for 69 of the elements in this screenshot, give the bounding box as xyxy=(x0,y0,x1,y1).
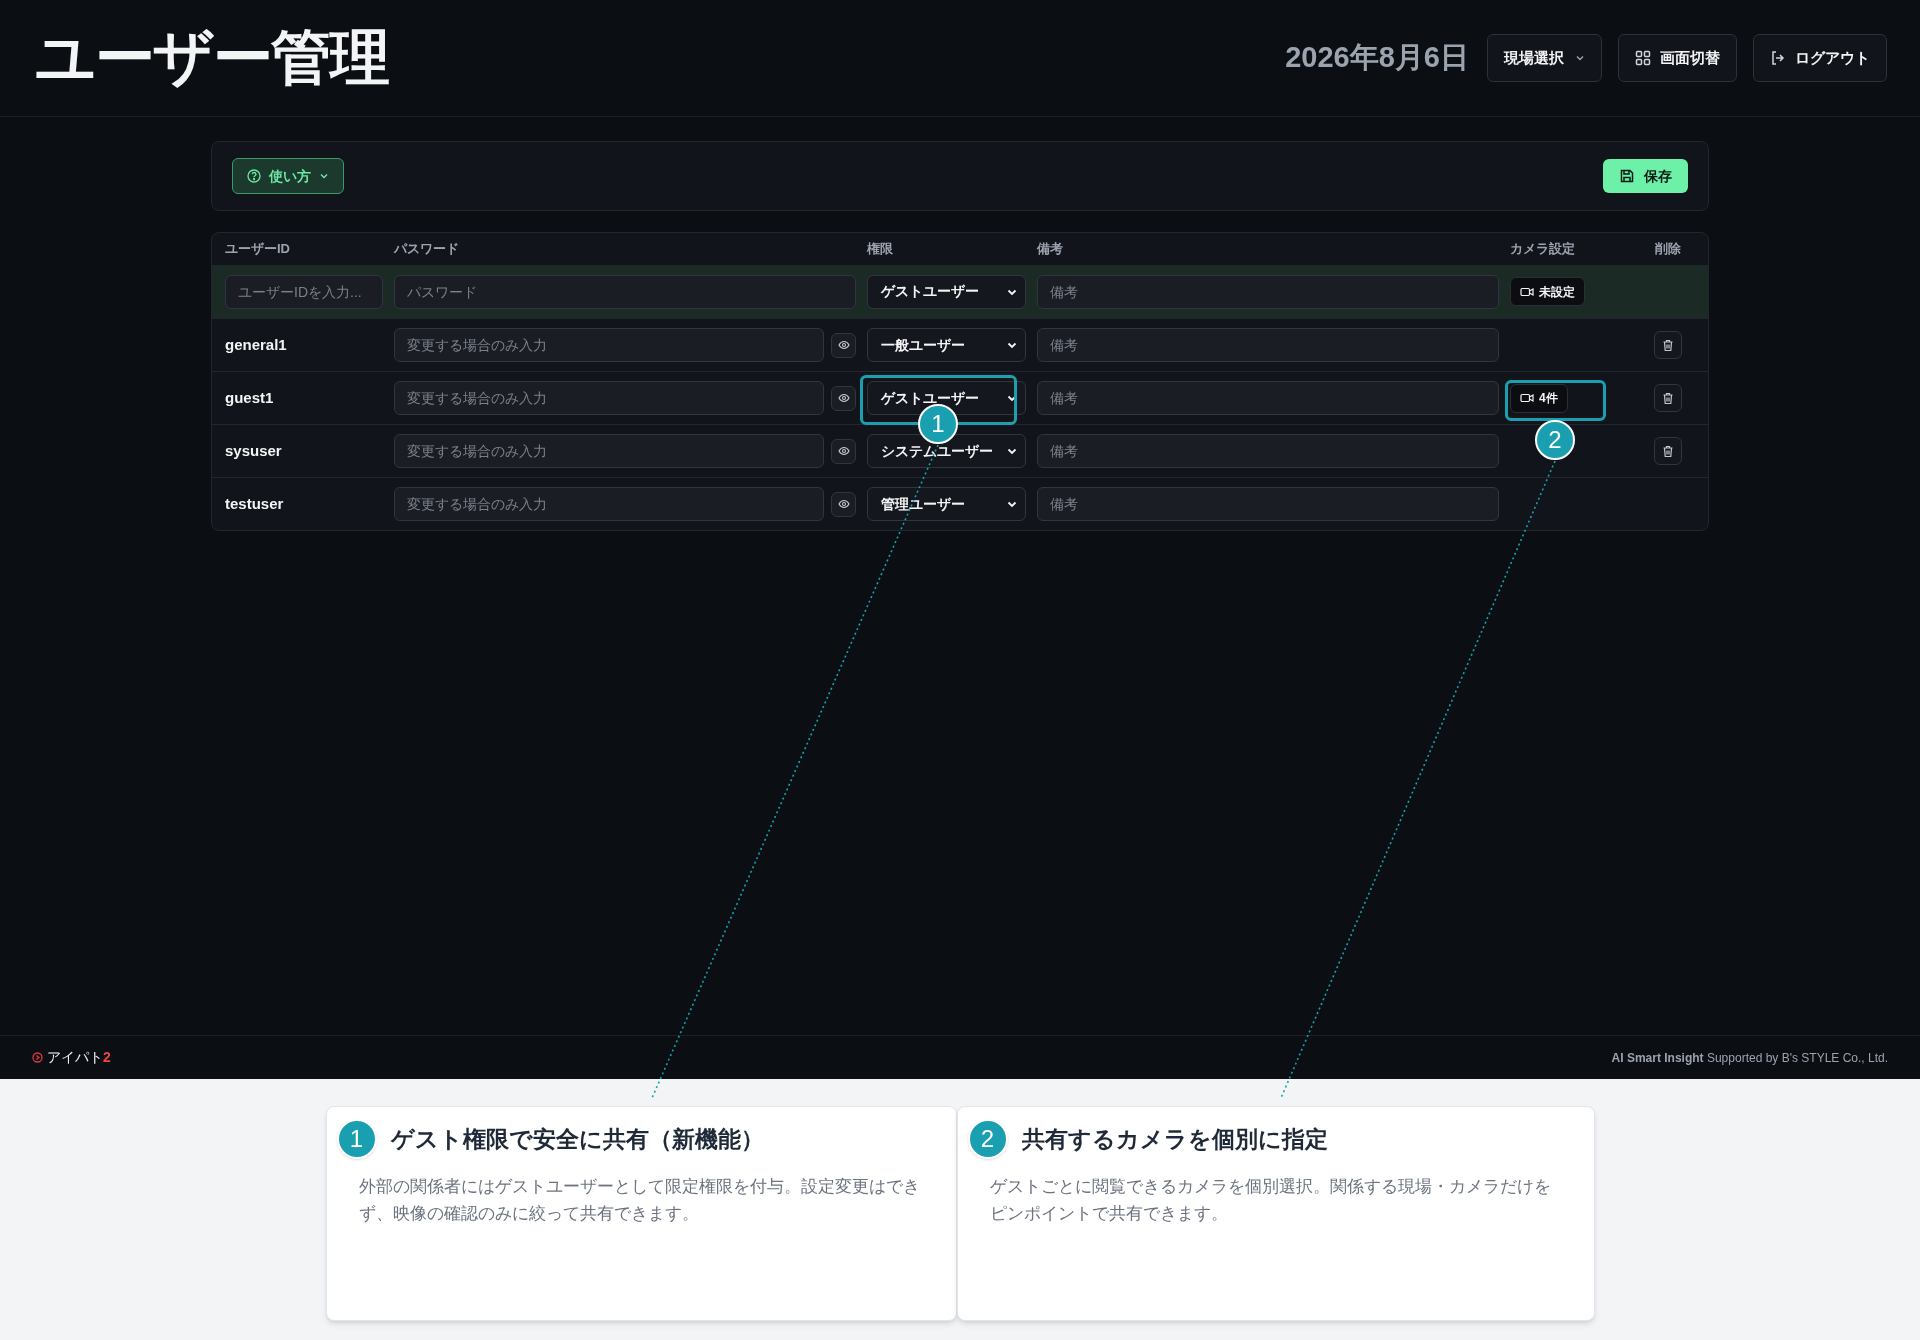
callout-description: 外部の関係者にはゲストユーザーとして限定権限を付与。設定変更はできず、映像の確認のみに絞って共有できます。 xyxy=(357,1176,921,1225)
credit-text: AI Smart Insight Supported by B's STYLE Co., Ltd. xyxy=(1611,1049,1888,1067)
number-badge: 1 xyxy=(336,1119,377,1159)
password-field[interactable]: 変更する場合のみ入力 xyxy=(394,328,824,362)
eye-icon xyxy=(837,392,850,404)
logo-text: アイパト 2 xyxy=(47,1048,111,1067)
show-password-button[interactable] xyxy=(831,438,856,464)
column-header: パスワード xyxy=(394,240,460,259)
column-header: カメラ設定 xyxy=(1510,240,1576,259)
password-field[interactable]: 変更する場合のみ入力 xyxy=(394,381,824,415)
chevron-down-icon xyxy=(319,171,329,181)
column-header: 削除 xyxy=(1654,240,1682,259)
header-button[interactable]: 現場選択 xyxy=(1487,34,1602,82)
callout-title: ゲスト権限で安全に共有（新機能） xyxy=(390,1124,764,1154)
header-button[interactable]: 画面切替 xyxy=(1618,34,1737,82)
chevron-down-icon xyxy=(1007,393,1017,403)
chevron-down-icon xyxy=(1007,340,1017,350)
date-label: 2026年8月6日 xyxy=(1285,40,1469,76)
notes-field[interactable]: 備考 xyxy=(1037,328,1499,362)
eye-icon xyxy=(837,445,850,457)
number-badge: 2 xyxy=(967,1119,1008,1159)
show-password-button[interactable] xyxy=(831,332,856,358)
column-header: ユーザーID xyxy=(225,240,291,259)
page-title: ユーザー管理 xyxy=(35,23,388,93)
eye-icon xyxy=(837,498,850,510)
delete-button[interactable] xyxy=(1654,437,1682,465)
role-select[interactable]: ゲストユーザー xyxy=(867,274,1026,309)
trash-icon xyxy=(1662,338,1674,352)
help-icon xyxy=(247,169,261,183)
show-password-button[interactable] xyxy=(831,491,856,517)
notes-field[interactable]: 備考 xyxy=(1037,381,1499,415)
user-id-text: sysuser xyxy=(225,440,283,461)
password-field[interactable]: パスワード xyxy=(394,274,856,309)
logo-icon xyxy=(32,1052,43,1063)
trash-icon xyxy=(1662,444,1674,458)
header-button[interactable]: ログアウト xyxy=(1753,34,1887,82)
camera-settings-button[interactable]: 4件 xyxy=(1510,383,1568,413)
delete-button[interactable] xyxy=(1654,331,1682,359)
role-select[interactable]: 一般ユーザー xyxy=(867,328,1026,362)
show-password-button[interactable] xyxy=(831,385,856,411)
trash-icon xyxy=(1662,391,1674,405)
logout-icon xyxy=(1770,50,1786,66)
chevron-down-icon xyxy=(1575,53,1585,63)
chevron-down-icon xyxy=(1007,499,1017,509)
user-id-text: guest1 xyxy=(225,387,275,408)
user-id-text: testuser xyxy=(225,493,285,514)
camera-settings-button[interactable]: 未設定 xyxy=(1510,277,1585,306)
camera-icon xyxy=(1520,285,1534,298)
column-header: 備考 xyxy=(1037,240,1064,259)
eye-icon xyxy=(837,339,850,351)
column-header: 権限 xyxy=(867,240,894,259)
callout-title: 共有するカメラを個別に指定 xyxy=(1021,1124,1328,1154)
user-id-field[interactable]: ユーザーIDを入力... xyxy=(225,274,383,309)
help-button[interactable]: 使い方 xyxy=(232,158,344,194)
callout-description: ゲストごとに閲覧できるカメラを個別選択。関係する現場・カメラだけをピンポイントで共有できます。 xyxy=(988,1176,1552,1225)
role-select[interactable]: ゲストユーザー xyxy=(867,381,1026,415)
password-field[interactable]: 変更する場合のみ入力 xyxy=(394,487,824,521)
notes-field[interactable]: 備考 xyxy=(1037,487,1499,521)
chevron-down-icon xyxy=(1007,446,1017,456)
delete-button[interactable] xyxy=(1654,384,1682,412)
role-select[interactable]: 管理ユーザー xyxy=(867,487,1026,521)
camera-icon xyxy=(1520,392,1534,404)
password-field[interactable]: 変更する場合のみ入力 xyxy=(394,434,824,468)
grid-icon xyxy=(1635,50,1651,66)
save-icon xyxy=(1619,168,1635,184)
notes-field[interactable]: 備考 xyxy=(1037,434,1499,468)
user-id-text: general1 xyxy=(225,334,288,355)
save-button[interactable]: 保存 xyxy=(1603,159,1688,193)
notes-field[interactable]: 備考 xyxy=(1037,274,1499,309)
